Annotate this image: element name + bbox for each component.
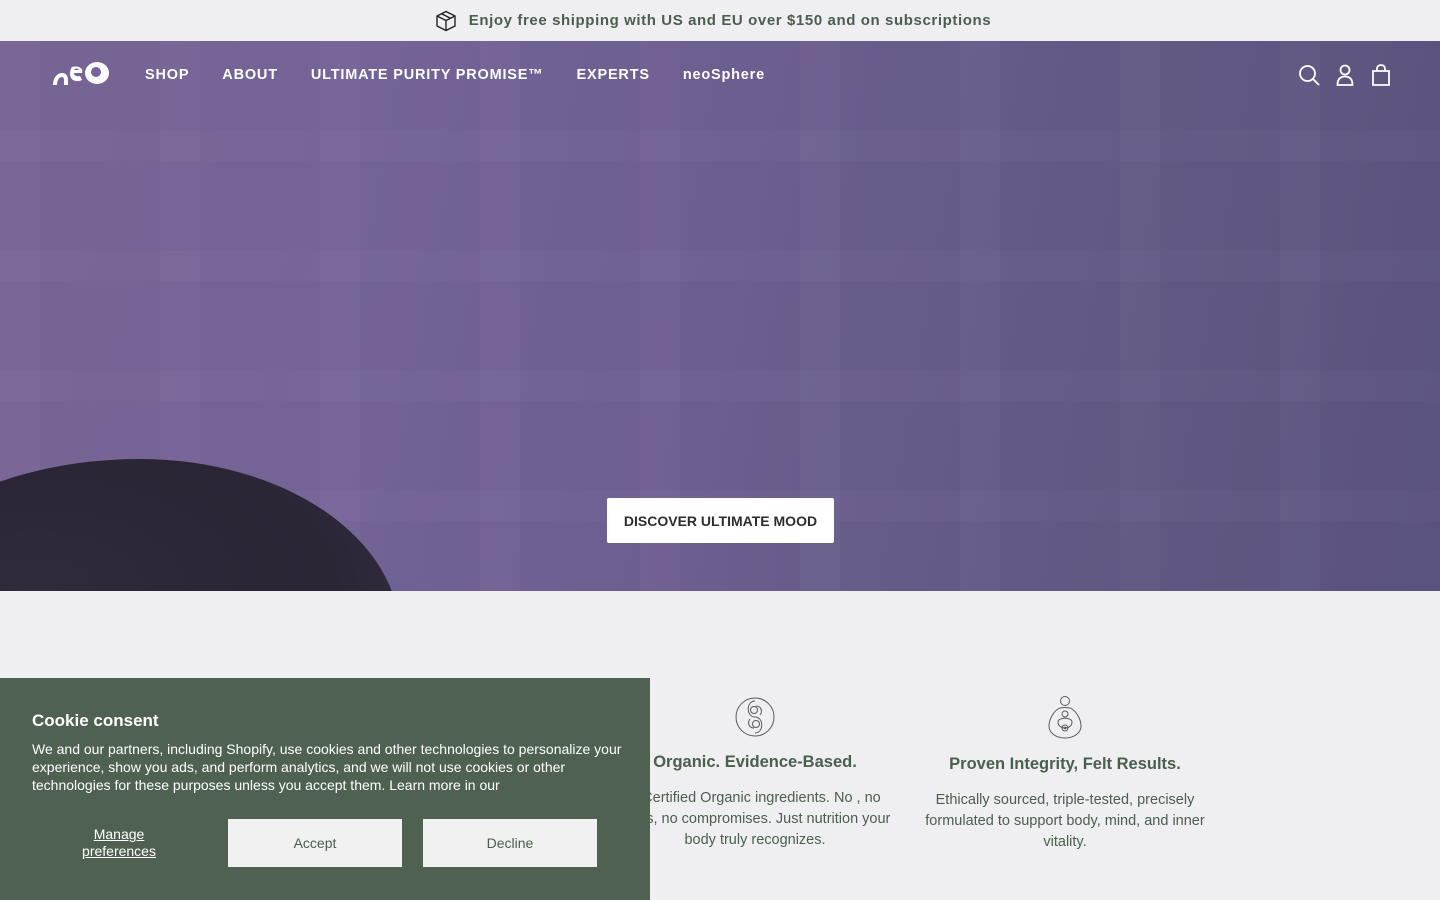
accept-button[interactable]: Accept	[228, 819, 402, 867]
nav-shop[interactable]: SHOP	[145, 67, 189, 83]
feature-description: Ethically sourced, triple-tested, precis…	[925, 792, 1205, 850]
nav-about[interactable]: ABOUT	[222, 67, 278, 83]
nav-neosphere[interactable]: neoSphere	[683, 67, 765, 83]
announcement-text: Enjoy free shipping with US and EU over …	[468, 12, 992, 29]
feature-title: Proven Integrity, Felt Results.	[949, 755, 1181, 773]
neo-logo-icon[interactable]	[52, 61, 110, 87]
search-icon[interactable]	[1298, 63, 1320, 87]
cookie-consent-banner: Cookie consent We and our partners, incl…	[0, 678, 650, 900]
cookie-description: We and our partners, including Shopify, …	[32, 741, 622, 793]
hero-banner: SHOP ABOUT ULTIMATE PURITY PROMISE™ EXPE…	[0, 41, 1440, 591]
account-icon[interactable]	[1334, 63, 1356, 87]
cart-icon[interactable]	[1370, 63, 1392, 87]
nav-ultimate-purity-promise[interactable]: ULTIMATE PURITY PROMISE™	[311, 67, 544, 83]
package-icon	[436, 10, 456, 32]
feature-description: A Certified Organic ingredients. No , no…	[619, 790, 891, 848]
yin-yang-icon	[735, 697, 775, 737]
nesting-figure-icon	[1048, 696, 1082, 739]
manage-preferences-link[interactable]: Manage preferences	[60, 826, 178, 860]
nav-links: SHOP ABOUT ULTIMATE PURITY PROMISE™ EXPE…	[145, 67, 798, 83]
feature-organic: Organic. Evidence-Based. A Certified Org…	[610, 697, 900, 851]
decline-button[interactable]: Decline	[423, 819, 597, 867]
announcement-bar: Enjoy free shipping with US and EU over …	[0, 0, 1440, 41]
feature-title: Organic. Evidence-Based.	[653, 753, 857, 771]
main-navigation: SHOP ABOUT ULTIMATE PURITY PROMISE™ EXPE…	[0, 41, 1440, 109]
cookie-title: Cookie consent	[32, 711, 159, 730]
header-actions	[1298, 63, 1392, 87]
discover-cta-button[interactable]: DISCOVER ULTIMATE MOOD	[607, 498, 834, 543]
nav-experts[interactable]: EXPERTS	[577, 67, 650, 83]
feature-integrity: Proven Integrity, Felt Results. Ethicall…	[920, 695, 1210, 853]
